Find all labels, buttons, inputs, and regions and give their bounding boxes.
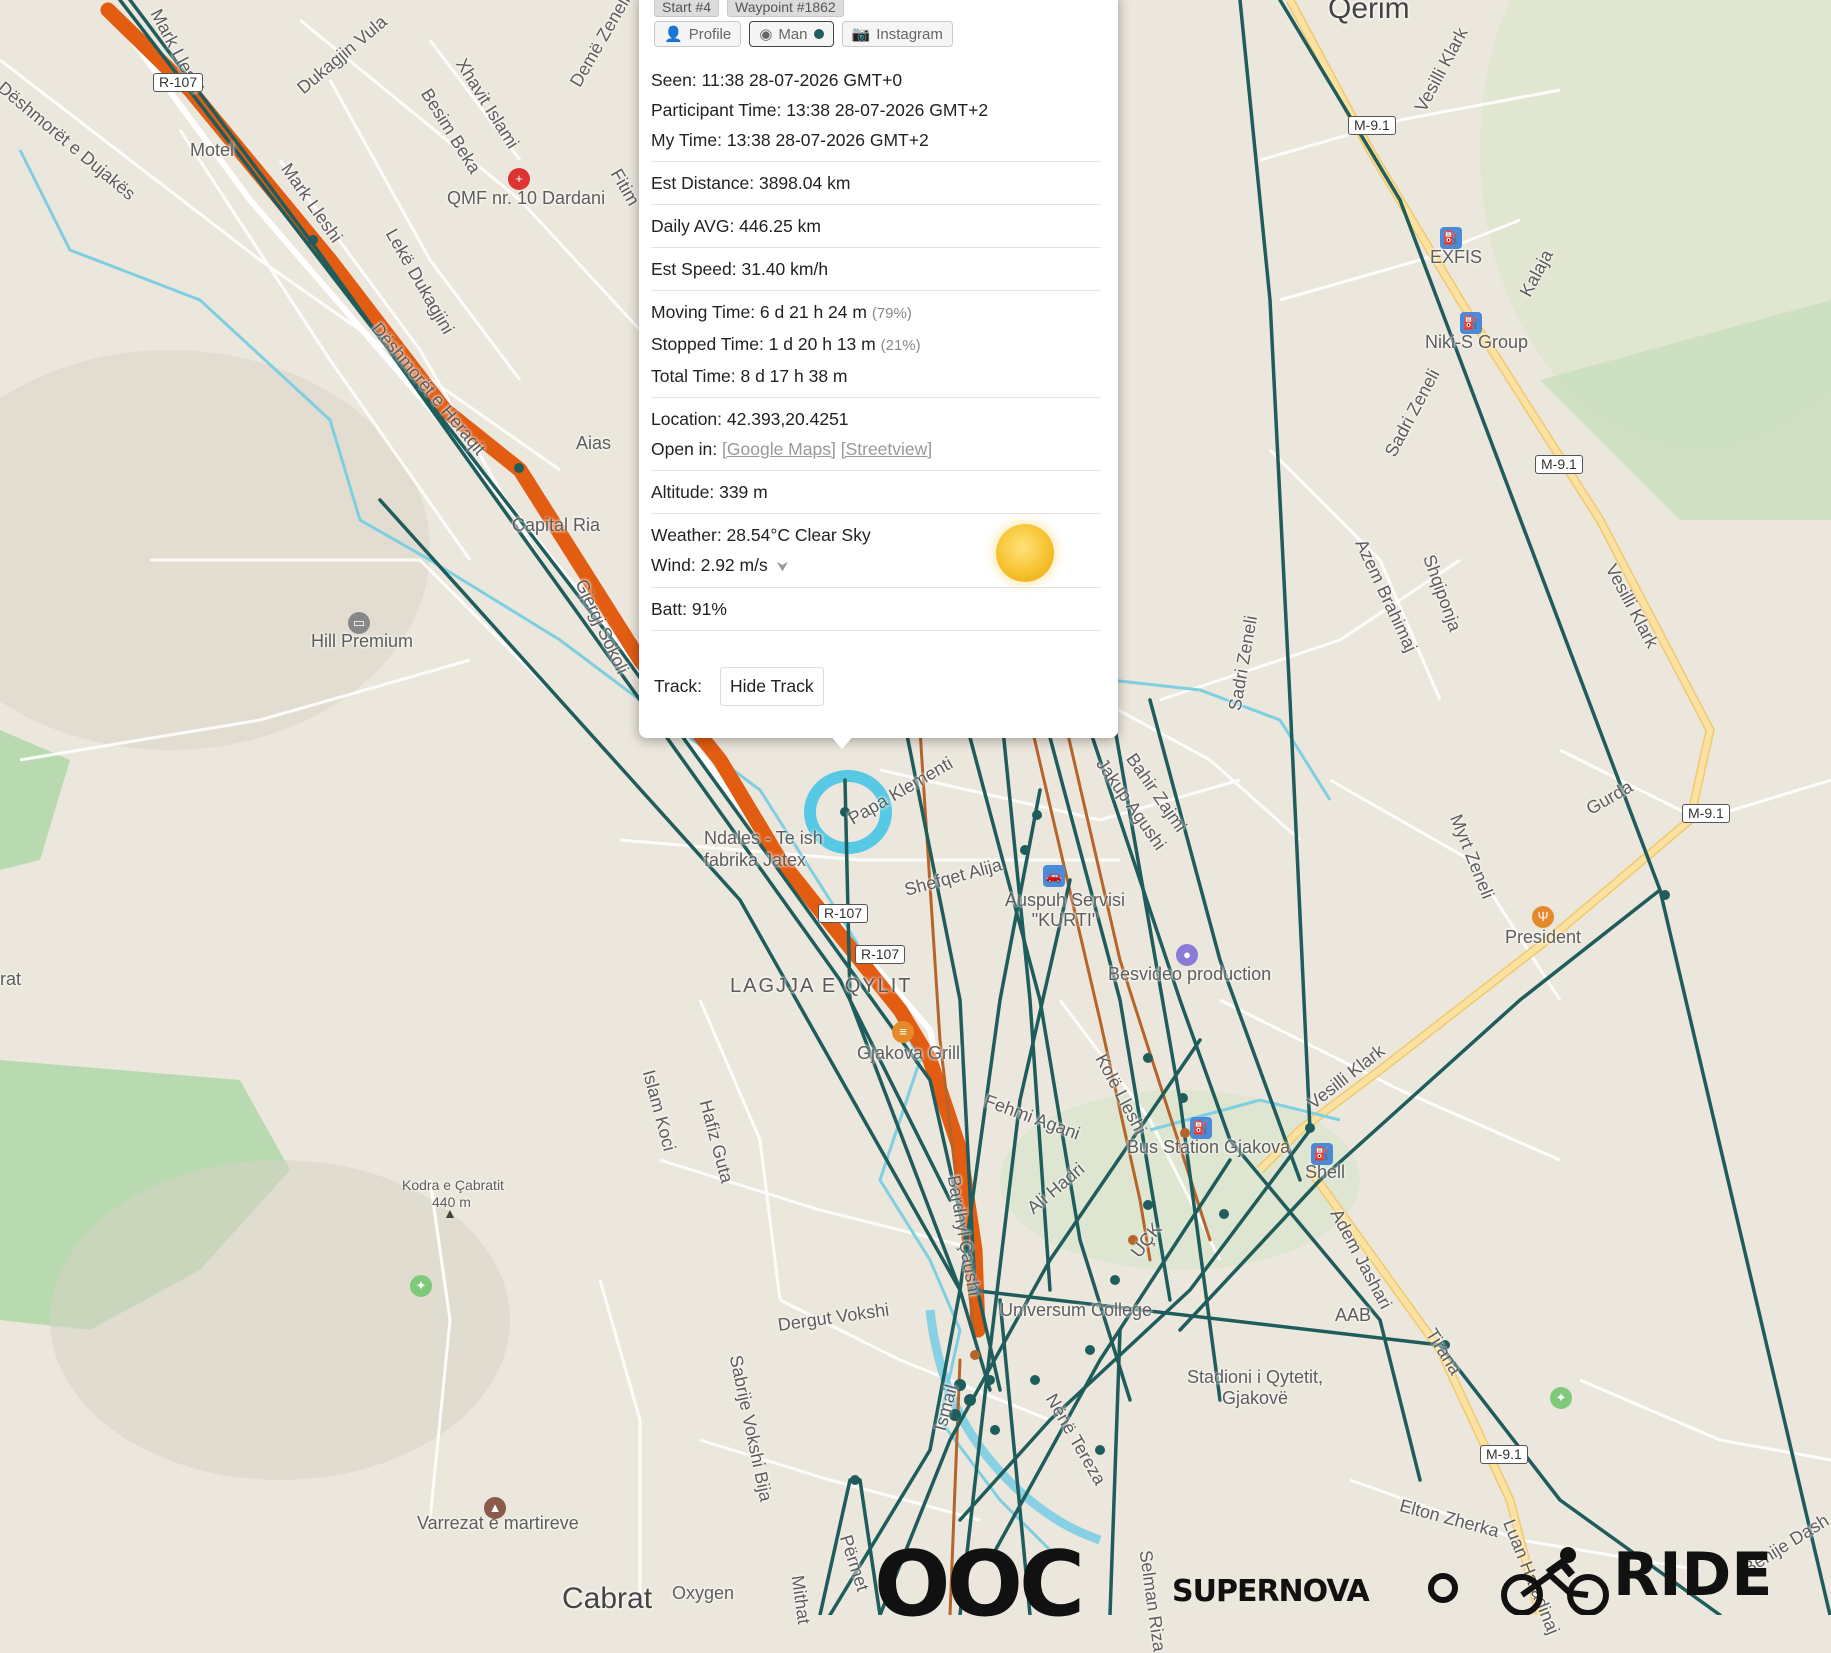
est-distance: Est Distance: 3898.04 km [651,173,851,193]
waypoint-tag: Waypoint #1862 [727,0,844,17]
place-label: Kodra e Çabratit [402,1177,504,1193]
participant-time: Participant Time: 13:38 28-07-2026 GMT+2 [651,100,989,120]
start-tag: Start #4 [654,0,720,17]
fuel-station-icon[interactable]: ⛽ [1311,1143,1333,1165]
fuel-station-icon[interactable]: ⛽ [1190,1117,1212,1139]
place-label: AAB [1335,1305,1372,1325]
hide-track-button[interactable]: Hide Track [719,667,824,706]
peak-icon: ▲ [443,1205,457,1221]
popup-info: Seen: 11:38 28-07-2026 GMT+0 Participant… [651,65,1101,637]
open-in-label: Open in: [651,439,718,459]
sport-icon[interactable]: ✦ [410,1275,432,1297]
route-shield: M-9.1 [1480,1445,1528,1464]
divider [651,630,1101,631]
divider [651,513,1101,514]
place-label: LAGJJA E QYLIT [730,975,913,997]
track-label: Track: [654,676,702,696]
medical-icon[interactable]: + [508,168,530,190]
place-label: Auspuh Servisi "KURTI" [1004,890,1126,930]
streetview-link[interactable]: [Streetview] [841,439,932,459]
moving-time: Moving Time: 6 d 21 h 24 m [651,302,867,322]
my-time: My Time: 13:38 28-07-2026 GMT+2 [651,130,929,150]
memorial-icon[interactable]: ▲ [484,1497,506,1519]
place-label: Capital Ria [512,515,601,535]
color-dot [813,29,824,39]
instagram-button[interactable]: 📷 Instagram [841,21,953,47]
location: Location: 42.393,20.4251 [651,409,849,429]
divider [651,290,1101,291]
place-label: EXFIS [1430,247,1483,267]
place-label: Motel [190,140,235,160]
sun-icon [996,524,1054,582]
popup-tags: Start #4 Waypoint #1862 [654,0,844,17]
popup-pointer [828,733,856,749]
est-speed: Est Speed: 31.40 km/h [651,259,829,279]
divider [651,247,1101,248]
divider [651,587,1101,588]
ooc-logo: OOC [874,1532,1085,1637]
divider [651,204,1101,205]
place-label: President [1505,927,1582,947]
place-label: Niki-S Group [1425,332,1529,352]
route-shield: R-107 [855,945,906,964]
daily-avg: Daily AVG: 446.25 km [651,216,821,236]
google-maps-link[interactable]: [Google Maps] [722,439,836,459]
divider [651,161,1101,162]
camera-shop-icon[interactable]: ● [1176,944,1198,966]
place-label: Bus Station Gjakova [1127,1137,1291,1157]
place-label: Cabrat [562,1582,653,1615]
place-label: Universum College [1000,1300,1153,1320]
user-icon: ◉ [759,26,773,43]
place-label: rat [0,969,22,989]
track-row: Track: Hide Track [654,667,824,706]
battery: Batt: 91% [651,599,727,619]
supernova-logo: SUPERNOVA [1172,1574,1370,1609]
cyclist-icon [1501,1547,1609,1615]
profile-button[interactable]: 👤 Profile [654,21,742,47]
car-service-icon[interactable]: 🚗 [1043,865,1065,887]
stopped-time: Stopped Time: 1 d 20 h 13 m [651,334,876,354]
place-label: Stadioni i Qytetit, Gjakovë [1186,1367,1324,1408]
wind-direction-icon: ⮟ [776,558,789,574]
stopped-percent: (21%) [880,337,921,354]
restaurant-icon[interactable]: ≡ [892,1021,914,1043]
wind: Wind: 2.92 m/s [651,555,768,575]
place-label: QMF nr. 10 Dardani [447,188,606,208]
supernova-mark-icon [1428,1573,1458,1603]
place-label: Aias [576,433,612,453]
route-shield: R-107 [818,904,869,923]
camera-icon: 📷 [851,26,871,43]
hotel-icon[interactable]: ▭ [348,612,370,634]
total-time: Total Time: 8 d 17 h 38 m [651,366,848,386]
participant-popup: Start #4 Waypoint #1862 👤 Profile ◉ Man … [639,0,1118,738]
altitude: Altitude: 339 m [651,482,768,502]
moving-percent: (79%) [871,305,912,322]
route-shield: M-9.1 [1682,804,1730,823]
category-button[interactable]: ◉ Man [749,21,834,47]
route-shield: M-9.1 [1348,116,1396,135]
user-plus-icon: 👤 [664,26,683,43]
fuel-station-icon[interactable]: ⛽ [1460,312,1482,334]
open-in-row: Open in: [Google Maps] [Streetview] [651,434,1101,464]
divider [651,397,1101,398]
place-label: Ndales - Te ish fabrika Jatex [704,828,823,870]
moving-time-row: Moving Time: 6 d 21 h 24 m (79%) [651,297,1101,329]
place-label: Besvideo production [1108,964,1272,984]
route-shield: R-107 [153,73,204,92]
weather-block: Weather: 28.54°C Clear Sky Wind: 2.92 m/… [651,520,1101,582]
ride-logo: RIDE [1613,1540,1773,1610]
place-label: Oxygen [672,1583,735,1603]
restaurant-icon[interactable]: Ψ [1532,906,1554,928]
place-label: Gjakova Grill [857,1043,961,1063]
stopped-time-row: Stopped Time: 1 d 20 h 13 m (21%) [651,329,1101,361]
route-shield: M-9.1 [1535,455,1583,474]
divider [651,470,1101,471]
place-label: Hill Premium [311,631,414,651]
seen-time: Seen: 11:38 28-07-2026 GMT+0 [651,70,903,90]
place-label: Shell [1305,1162,1346,1182]
popup-buttons: 👤 Profile ◉ Man 📷 Instagram [654,21,953,47]
fuel-station-icon[interactable]: ⛽ [1440,227,1462,249]
sport-icon[interactable]: ✦ [1550,1387,1572,1409]
place-label: Qerim [1328,0,1410,25]
